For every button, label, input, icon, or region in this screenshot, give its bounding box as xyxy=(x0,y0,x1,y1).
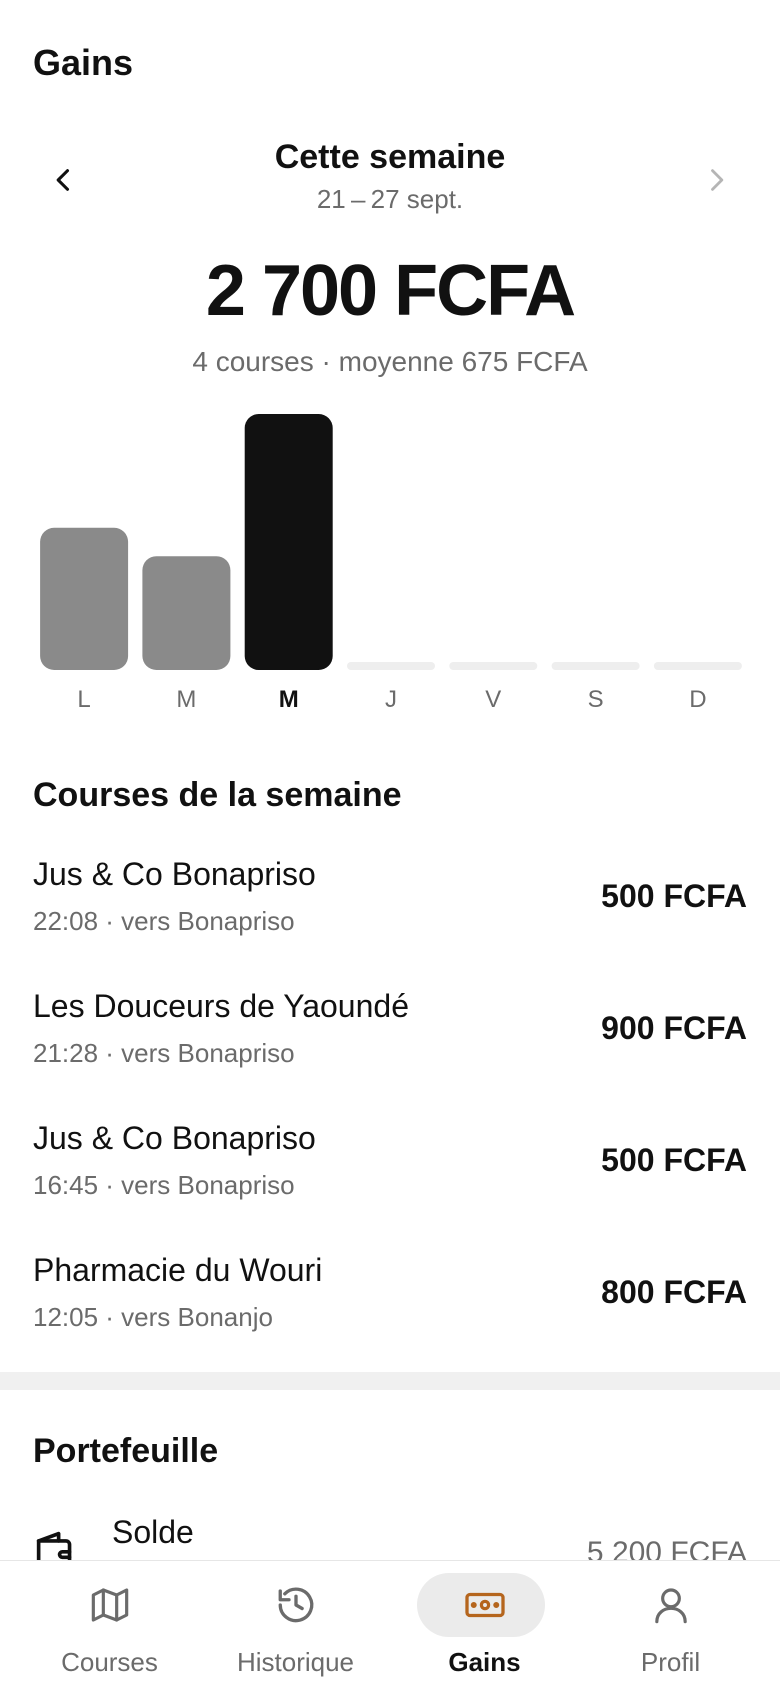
user-icon xyxy=(654,1588,687,1624)
chart-day-label: M xyxy=(176,686,197,713)
chart-day-label: M xyxy=(278,686,299,713)
week-summary: 4 courses · moyenne 675 FCFA xyxy=(192,346,588,377)
banknote-icon xyxy=(464,1592,505,1618)
ride-amount: 900 FCFA xyxy=(601,1010,747,1046)
chart-bar xyxy=(653,662,742,670)
ride-item[interactable]: Jus & Co Bonapriso 16:45 · vers Bonapris… xyxy=(33,1120,747,1230)
wallet-section-title: Portefeuille xyxy=(33,1432,219,1470)
chevron-right-icon xyxy=(711,169,724,191)
ride-merchant: Jus & Co Bonapriso xyxy=(33,856,316,892)
next-week-button[interactable] xyxy=(686,150,746,210)
tab-historique[interactable]: Historique xyxy=(198,1561,393,1688)
tab-label: Courses xyxy=(61,1647,158,1677)
ride-time-destination: 12:05 · vers Bonanjo xyxy=(33,1302,273,1332)
chart-bar xyxy=(244,414,333,670)
tab-label: Profil xyxy=(640,1647,701,1677)
ride-time-destination: 16:45 · vers Bonapriso xyxy=(33,1170,295,1200)
ride-merchant: Jus & Co Bonapriso xyxy=(33,1120,316,1156)
balance-label: Solde xyxy=(112,1514,194,1550)
ride-time-destination: 22:08 · vers Bonapriso xyxy=(33,906,295,936)
rides-section-title: Courses de la semaine xyxy=(33,776,402,814)
ride-amount: 800 FCFA xyxy=(601,1274,747,1310)
tab-profil[interactable]: Profil xyxy=(573,1561,768,1688)
week-date-range: 21 – 27 sept. xyxy=(316,184,464,214)
chart-bar xyxy=(551,662,640,670)
week-total-amount: 2 700 FCFA xyxy=(205,251,576,331)
ride-item[interactable]: Jus & Co Bonapriso 22:08 · vers Bonapris… xyxy=(33,856,747,966)
bottom-tab-bar: Courses Historique Gains Profil xyxy=(0,1560,780,1688)
ride-time-destination: 21:28 · vers Bonapriso xyxy=(33,1038,295,1068)
chart-bars xyxy=(40,414,742,670)
tab-courses[interactable]: Courses xyxy=(12,1561,207,1688)
chart-bar xyxy=(449,662,538,670)
map-icon xyxy=(91,1588,128,1622)
ride-merchant: Pharmacie du Wouri xyxy=(33,1252,323,1288)
ride-amount: 500 FCFA xyxy=(601,878,747,914)
page-title: Gains xyxy=(33,42,134,83)
week-navigator: Cette semaine 21 – 27 sept. xyxy=(0,132,780,216)
ride-item[interactable]: Pharmacie du Wouri 12:05 · vers Bonanjo … xyxy=(33,1252,747,1362)
chart-day-labels: LMMJVSD xyxy=(33,686,749,716)
history-icon xyxy=(278,1587,313,1623)
ride-amount: 500 FCFA xyxy=(601,1142,747,1178)
section-divider xyxy=(0,1372,780,1390)
chart-day-label: L xyxy=(77,686,91,713)
tab-label: Historique xyxy=(236,1647,355,1677)
weekly-earnings-chart: LMMJVSD xyxy=(33,400,749,713)
chart-day-label: D xyxy=(689,686,707,713)
chart-bar xyxy=(40,527,129,670)
ride-item[interactable]: Les Douceurs de Yaoundé 21:28 · vers Bon… xyxy=(33,988,747,1098)
chart-bar xyxy=(347,662,435,670)
chart-day-label: S xyxy=(587,686,604,713)
chart-bar xyxy=(142,556,231,670)
ride-merchant: Les Douceurs de Yaoundé xyxy=(33,988,409,1024)
week-title: Cette semaine xyxy=(274,138,506,176)
tab-gains[interactable]: Gains xyxy=(387,1561,582,1688)
chart-day-label: J xyxy=(385,686,397,713)
chart-day-label: V xyxy=(485,686,502,713)
tab-label: Gains xyxy=(448,1647,521,1677)
